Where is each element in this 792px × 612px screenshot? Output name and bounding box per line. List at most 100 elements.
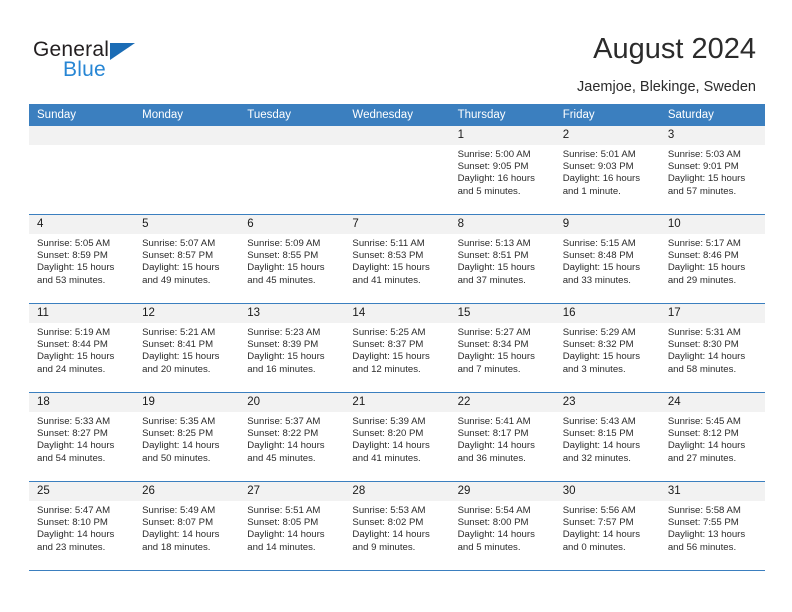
sunset-text: Sunset: 9:01 PM	[667, 161, 739, 173]
calendar-day-cell[interactable]: 6 Sunrise: 5:09 AM Sunset: 8:55 PM Daylight…	[239, 214, 345, 304]
calendar-day-cell[interactable]: 11 Sunrise: 5:19 AM Sunset: 8:44 PM Dayligh…	[29, 303, 135, 393]
calendar-day-cell[interactable]: 16 Sunrise: 5:29 AM Sunset: 8:32 PM Dayligh…	[554, 303, 660, 393]
day-number: 3	[659, 126, 765, 145]
calendar-day-cell[interactable]: 13 Sunrise: 5:23 AM Sunset: 8:39 PM Dayligh…	[239, 303, 345, 393]
calendar-day-cell[interactable]: 31 Sunrise: 5:58 AM Sunset: 7:55 PM Dayligh…	[659, 481, 765, 571]
calendar-day-cell[interactable]: 25 Sunrise: 5:47 AM Sunset: 8:10 PM Dayligh…	[29, 481, 135, 571]
daylight-text: Daylight: 15 hours and 24 minutes.	[37, 351, 115, 375]
calendar-day-cell[interactable]: 23 Sunrise: 5:43 AM Sunset: 8:15 PM Dayligh…	[554, 392, 660, 482]
daylight-text: Daylight: 15 hours and 20 minutes.	[142, 351, 220, 375]
calendar-day-cell[interactable]: 27 Sunrise: 5:51 AM Sunset: 8:05 PM Dayligh…	[239, 481, 345, 571]
daylight-text: Daylight: 14 hours and 5 minutes.	[457, 529, 535, 553]
day-number: 15	[449, 304, 555, 323]
sunset-text: Sunset: 8:46 PM	[667, 250, 739, 262]
calendar-day-cell[interactable]: 10 Sunrise: 5:17 AM Sunset: 8:46 PM Dayligh…	[659, 214, 765, 304]
day-number: 30	[554, 482, 660, 501]
day-sun-info: Sunrise: 5:21 AM Sunset: 8:41 PM Daylight:…	[134, 323, 239, 376]
sunrise-text: Sunrise: 5:27 AM	[457, 327, 531, 338]
calendar-day-cell[interactable]: 22 Sunrise: 5:41 AM Sunset: 8:17 PM Dayligh…	[449, 392, 555, 482]
sunrise-text: Sunrise: 5:45 AM	[667, 416, 741, 427]
sunrise-text: Sunrise: 5:17 AM	[667, 238, 741, 249]
daylight-text: Daylight: 16 hours and 5 minutes.	[457, 173, 535, 197]
calendar-day-cell[interactable]: 30 Sunrise: 5:56 AM Sunset: 7:57 PM Dayligh…	[554, 481, 660, 571]
sunrise-text: Sunrise: 5:58 AM	[667, 505, 741, 516]
weekday-header-thursday: Thursday	[449, 104, 555, 126]
day-number: 10	[659, 215, 765, 234]
day-number: 13	[239, 304, 345, 323]
day-number: 5	[134, 215, 240, 234]
daylight-text: Daylight: 14 hours and 58 minutes.	[667, 351, 746, 375]
day-number: 6	[239, 215, 345, 234]
sunrise-text: Sunrise: 5:07 AM	[142, 238, 216, 249]
sunset-text: Sunset: 8:25 PM	[142, 428, 214, 440]
daylight-text: Daylight: 14 hours and 0 minutes.	[562, 529, 641, 553]
calendar-day-cell[interactable]: 14 Sunrise: 5:25 AM Sunset: 8:37 PM Dayligh…	[344, 303, 450, 393]
daylight-text: Daylight: 14 hours and 50 minutes.	[142, 440, 220, 464]
calendar-day-cell[interactable]: 5 Sunrise: 5:07 AM Sunset: 8:57 PM Daylight…	[134, 214, 240, 304]
calendar-day-cell[interactable]: 21 Sunrise: 5:39 AM Sunset: 8:20 PM Dayligh…	[344, 392, 450, 482]
sunset-text: Sunset: 8:57 PM	[142, 250, 214, 262]
daylight-text: Daylight: 14 hours and 27 minutes.	[667, 440, 746, 464]
sunset-text: Sunset: 8:44 PM	[37, 339, 108, 351]
day-sun-info: Sunrise: 5:51 AM Sunset: 8:05 PM Daylight:…	[239, 501, 344, 554]
day-sun-info: Sunrise: 5:23 AM Sunset: 8:39 PM Daylight:…	[239, 323, 344, 376]
daylight-text: Daylight: 16 hours and 1 minute.	[562, 173, 641, 197]
calendar-day-cell[interactable]: 28 Sunrise: 5:53 AM Sunset: 8:02 PM Dayligh…	[344, 481, 450, 571]
day-sun-info: Sunrise: 5:13 AM Sunset: 8:51 PM Daylight:…	[450, 234, 555, 287]
calendar-day-cell[interactable]: 19 Sunrise: 5:35 AM Sunset: 8:25 PM Dayligh…	[134, 392, 240, 482]
calendar-day-cell[interactable]: 2 Sunrise: 5:01 AM Sunset: 9:03 PM Daylight…	[554, 126, 660, 215]
calendar-grid: Sunday Monday Tuesday Wednesday Thursday…	[29, 104, 765, 571]
calendar-day-cell[interactable]: 4 Sunrise: 5:05 AM Sunset: 8:59 PM Daylight…	[29, 214, 135, 304]
sunset-text: Sunset: 8:15 PM	[562, 428, 634, 440]
weekday-header-row: Sunday Monday Tuesday Wednesday Thursday…	[29, 104, 765, 126]
day-sun-info: Sunrise: 5:15 AM Sunset: 8:48 PM Daylight:…	[555, 234, 660, 287]
calendar-day-cell[interactable]: 15 Sunrise: 5:27 AM Sunset: 8:34 PM Dayligh…	[449, 303, 555, 393]
sunset-text: Sunset: 8:00 PM	[457, 517, 529, 529]
calendar-day-cell[interactable]: 7 Sunrise: 5:11 AM Sunset: 8:53 PM Daylight…	[344, 214, 450, 304]
calendar-day-cell[interactable]: 20 Sunrise: 5:37 AM Sunset: 8:22 PM Dayligh…	[239, 392, 345, 482]
day-sun-info: Sunrise: 5:39 AM Sunset: 8:20 PM Daylight:…	[344, 412, 449, 465]
calendar-week-row: 25 Sunrise: 5:47 AM Sunset: 8:10 PM Dayligh…	[29, 481, 765, 571]
day-number: 25	[29, 482, 135, 501]
sunrise-text: Sunrise: 5:01 AM	[562, 149, 636, 160]
brand-logo[interactable]: General Blue	[33, 38, 213, 84]
day-number: 20	[239, 393, 345, 412]
daylight-text: Daylight: 15 hours and 57 minutes.	[667, 173, 746, 197]
calendar-day-cell[interactable]: 3 Sunrise: 5:03 AM Sunset: 9:01 PM Daylight…	[659, 126, 765, 215]
daylight-text: Daylight: 15 hours and 12 minutes.	[352, 351, 430, 375]
day-number: 1	[449, 126, 555, 145]
day-number: 14	[344, 304, 450, 323]
calendar-day-cell[interactable]: 24 Sunrise: 5:45 AM Sunset: 8:12 PM Dayligh…	[659, 392, 765, 482]
calendar-day-cell[interactable]: 29 Sunrise: 5:54 AM Sunset: 8:00 PM Dayligh…	[449, 481, 555, 571]
day-number: 19	[134, 393, 240, 412]
calendar-day-cell[interactable]: 12 Sunrise: 5:21 AM Sunset: 8:41 PM Dayligh…	[134, 303, 240, 393]
day-number: 11	[29, 304, 135, 323]
day-number	[344, 126, 450, 145]
daylight-text: Daylight: 14 hours and 32 minutes.	[562, 440, 641, 464]
day-number: 7	[344, 215, 450, 234]
sunset-text: Sunset: 8:59 PM	[37, 250, 108, 262]
calendar-day-cell[interactable]: 17 Sunrise: 5:31 AM Sunset: 8:30 PM Dayligh…	[659, 303, 765, 393]
sunrise-text: Sunrise: 5:29 AM	[562, 327, 636, 338]
calendar-day-cell[interactable]: 9 Sunrise: 5:15 AM Sunset: 8:48 PM Daylight…	[554, 214, 660, 304]
sunset-text: Sunset: 8:12 PM	[667, 428, 739, 440]
daylight-text: Daylight: 15 hours and 53 minutes.	[37, 262, 115, 286]
page-subtitle: Jaemjoe, Blekinge, Sweden	[577, 79, 756, 95]
daylight-text: Daylight: 13 hours and 56 minutes.	[667, 529, 746, 553]
sunset-text: Sunset: 8:34 PM	[457, 339, 529, 351]
daylight-text: Daylight: 14 hours and 36 minutes.	[457, 440, 535, 464]
calendar-day-cell[interactable]: 1 Sunrise: 5:00 AM Sunset: 9:05 PM Daylight…	[449, 126, 555, 215]
day-sun-info: Sunrise: 5:00 AM Sunset: 9:05 PM Daylight:…	[450, 145, 555, 198]
page-title: August 2024	[593, 33, 756, 65]
sunset-text: Sunset: 8:41 PM	[142, 339, 214, 351]
calendar-day-cell[interactable]: 26 Sunrise: 5:49 AM Sunset: 8:07 PM Dayligh…	[134, 481, 240, 571]
day-sun-info: Sunrise: 5:17 AM Sunset: 8:46 PM Daylight:…	[660, 234, 765, 287]
calendar-day-cell[interactable]: 8 Sunrise: 5:13 AM Sunset: 8:51 PM Daylight…	[449, 214, 555, 304]
calendar-day-cell[interactable]: 18 Sunrise: 5:33 AM Sunset: 8:27 PM Dayligh…	[29, 392, 135, 482]
sunset-text: Sunset: 8:39 PM	[247, 339, 319, 351]
sunset-text: Sunset: 8:37 PM	[352, 339, 424, 351]
calendar-body: 1 Sunrise: 5:00 AM Sunset: 9:05 PM Daylight…	[29, 126, 765, 571]
sunrise-text: Sunrise: 5:39 AM	[352, 416, 426, 427]
sunrise-text: Sunrise: 5:41 AM	[457, 416, 531, 427]
sunrise-text: Sunrise: 5:11 AM	[352, 238, 425, 249]
